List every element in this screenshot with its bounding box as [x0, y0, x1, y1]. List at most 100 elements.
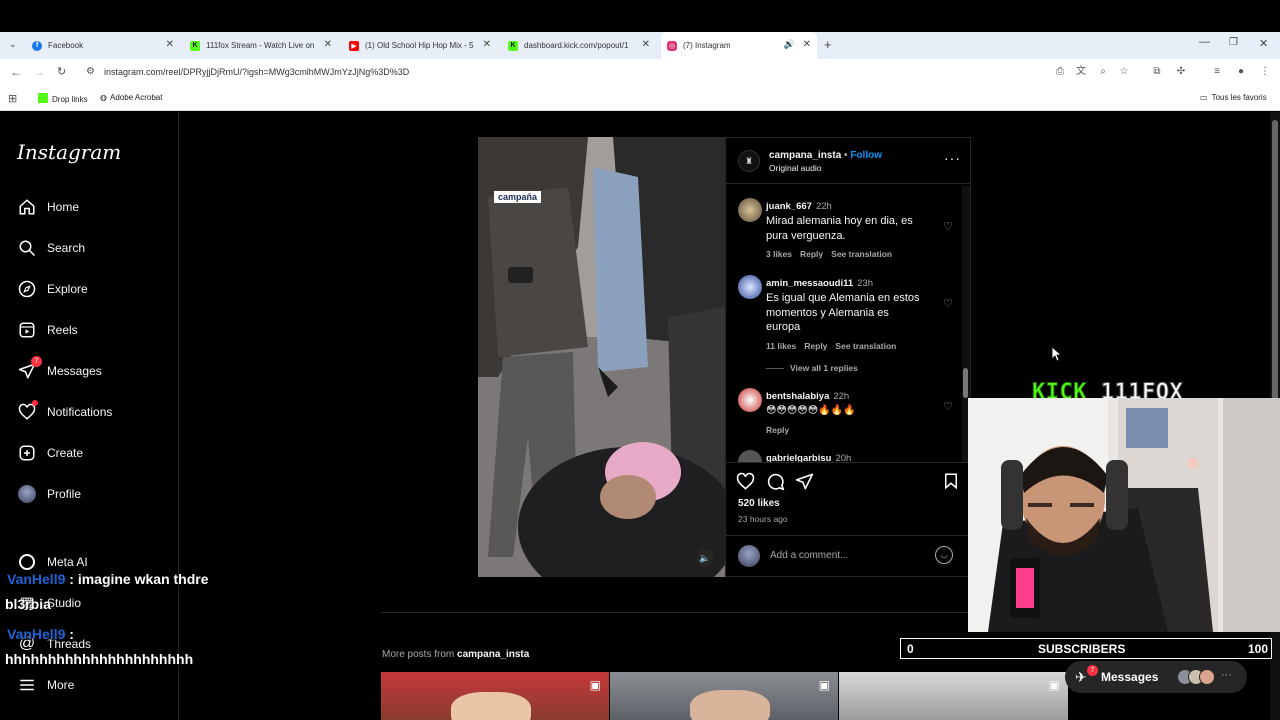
translate-icon[interactable]: 文: [1075, 66, 1087, 78]
install-icon[interactable]: ⎙: [1054, 66, 1066, 78]
messages-pill-label: Messages: [1101, 670, 1159, 684]
all-bookmarks[interactable]: ▭ Tous les favoris: [1200, 93, 1267, 102]
bookmark-adobe-acrobat[interactable]: ◍ Adobe Acrobat: [100, 93, 162, 102]
like-comment-icon[interactable]: ♡: [943, 400, 953, 413]
nav-profile[interactable]: Profile: [17, 482, 81, 506]
kebab-menu-icon[interactable]: ⋮: [1259, 66, 1271, 78]
share-icon[interactable]: [795, 472, 814, 496]
more-options-icon[interactable]: ···: [944, 150, 961, 166]
reel-icon: ▣: [589, 678, 601, 692]
tab-bar: ⌄ f Facebook ✕ K 111fox Stream - Watch L…: [0, 32, 1280, 59]
nav-search[interactable]: Search: [17, 236, 85, 260]
instagram-logo[interactable]: Instagram: [17, 140, 121, 164]
see-translation-button[interactable]: See translation: [835, 341, 896, 351]
emoji-icon[interactable]: ◡: [935, 546, 953, 564]
save-icon[interactable]: [942, 472, 960, 495]
tab-close-icon[interactable]: ✕: [483, 39, 491, 50]
tab-facebook[interactable]: f Facebook ✕: [26, 32, 180, 59]
tab-close-icon[interactable]: ✕: [642, 39, 650, 50]
audio-label[interactable]: Original audio: [769, 163, 821, 173]
tab-kick-stream[interactable]: K 111fox Stream - Watch Live on ✕: [184, 32, 338, 59]
globe-icon: ◍: [100, 93, 107, 102]
page-scroll-thumb[interactable]: [1272, 120, 1278, 402]
tab-kick-dashboard[interactable]: K dashboard.kick.com/popout/1 ✕: [502, 32, 656, 59]
more-post-thumbnail[interactable]: ▣: [381, 672, 609, 720]
nav-notifications[interactable]: Notifications: [17, 400, 112, 424]
comment-username[interactable]: amin_messaoudi11: [766, 278, 853, 289]
reply-button[interactable]: Reply: [800, 249, 823, 259]
nav-create[interactable]: Create: [17, 441, 83, 465]
profile-icon[interactable]: ●: [1235, 66, 1247, 78]
comment-time: 20h: [835, 453, 852, 462]
puzzle-icon[interactable]: ✣: [1175, 66, 1187, 78]
forward-icon[interactable]: →: [33, 65, 45, 79]
messages-badge: 7: [31, 356, 42, 367]
back-icon[interactable]: ←: [10, 65, 22, 79]
author-username[interactable]: campana_insta: [769, 150, 841, 161]
follow-button[interactable]: Follow: [850, 150, 882, 161]
more-post-thumbnail[interactable]: ▣: [839, 672, 1068, 720]
comment-username[interactable]: juank_667: [766, 201, 812, 212]
messages-pill[interactable]: ✈ 7 Messages ···: [1065, 661, 1247, 693]
minimize-icon[interactable]: —: [1199, 36, 1210, 48]
comment-header: bentshalabiya 22h: [766, 386, 962, 404]
comment-likes[interactable]: 3 likes: [766, 249, 792, 259]
comment-username[interactable]: bentshalabiya: [766, 391, 829, 402]
chat-username: VanHell9: [7, 626, 66, 642]
tab-youtube[interactable]: ▶ (1) Old School Hip Hop Mix - 5 ✕: [343, 32, 497, 59]
reply-button[interactable]: Reply: [766, 425, 789, 435]
commenter-avatar[interactable]: [738, 198, 762, 222]
scroll-thumb[interactable]: [963, 368, 968, 398]
mute-icon[interactable]: 🔈: [696, 549, 714, 567]
add-comment-input[interactable]: Add a comment...: [770, 550, 848, 561]
window-top-strip: [0, 0, 1280, 32]
comment-likes[interactable]: 11 likes: [766, 341, 796, 351]
more-post-thumbnail[interactable]: ▣: [610, 672, 838, 720]
nav-reels[interactable]: Reels: [17, 318, 78, 342]
reel-video[interactable]: campaña 🔈: [478, 137, 725, 577]
tab-close-icon[interactable]: ✕: [803, 39, 811, 50]
tab-close-icon[interactable]: ✕: [324, 39, 332, 50]
extension-icon[interactable]: ⧉: [1151, 66, 1163, 78]
chat-text: :: [65, 626, 74, 642]
url-field[interactable]: instagram.com/reel/DPRyjjDjRmU/?igsh=MWg…: [104, 67, 409, 77]
commenter-avatar[interactable]: [738, 275, 762, 299]
commenter-avatar[interactable]: [738, 450, 762, 462]
tab-search-chevron-icon[interactable]: ⌄: [9, 39, 17, 50]
new-tab-icon[interactable]: +: [824, 37, 832, 52]
nav-more[interactable]: More: [17, 673, 74, 697]
webcam-scene: [968, 398, 1280, 632]
comment-icon[interactable]: [766, 472, 785, 496]
nav-messages[interactable]: 7 Messages: [17, 356, 102, 383]
speaker-icon[interactable]: 🔊: [784, 39, 795, 50]
nav-home[interactable]: Home: [17, 195, 79, 219]
media-icon[interactable]: ≡: [1211, 66, 1223, 78]
reply-button[interactable]: Reply: [804, 341, 827, 351]
close-window-icon[interactable]: ✕: [1259, 37, 1268, 50]
tab-close-icon[interactable]: ✕: [166, 39, 174, 50]
commenter-avatar[interactable]: [738, 388, 762, 412]
like-icon[interactable]: [736, 472, 755, 496]
nav-explore[interactable]: Explore: [17, 277, 88, 301]
view-replies-button[interactable]: View all 1 replies: [766, 363, 962, 373]
author-avatar[interactable]: ♜: [738, 150, 760, 172]
comment: bentshalabiya 22h 😳😳😳😳😳🔥🔥🔥 Reply ♡: [738, 386, 962, 435]
tab-title: (1) Old School Hip Hop Mix - 5: [365, 41, 474, 50]
like-comment-icon[interactable]: ♡: [943, 297, 953, 310]
reload-icon[interactable]: ↻: [57, 65, 66, 78]
site-info-icon[interactable]: ⚙: [86, 66, 95, 77]
apps-grid-icon[interactable]: ⊞: [8, 92, 17, 105]
more-posts-username[interactable]: campana_insta: [457, 649, 529, 660]
zoom-icon[interactable]: ⌕: [1097, 66, 1109, 78]
facebook-icon: f: [32, 40, 42, 51]
like-comment-icon[interactable]: ♡: [943, 220, 953, 233]
chat-username: VanHell9: [7, 571, 66, 587]
likes-count[interactable]: 520 likes: [738, 498, 780, 509]
comment-username[interactable]: gabrielgarbisu: [766, 453, 831, 462]
bookmark-drop-links[interactable]: Drop links: [38, 93, 88, 104]
reel-icon: ▣: [1048, 678, 1060, 692]
see-translation-button[interactable]: See translation: [831, 249, 892, 259]
tab-instagram[interactable]: ◎ (7) Instagram 🔊 ✕: [661, 32, 817, 59]
restore-icon[interactable]: ❐: [1229, 37, 1238, 48]
star-icon[interactable]: ☆: [1118, 66, 1130, 78]
